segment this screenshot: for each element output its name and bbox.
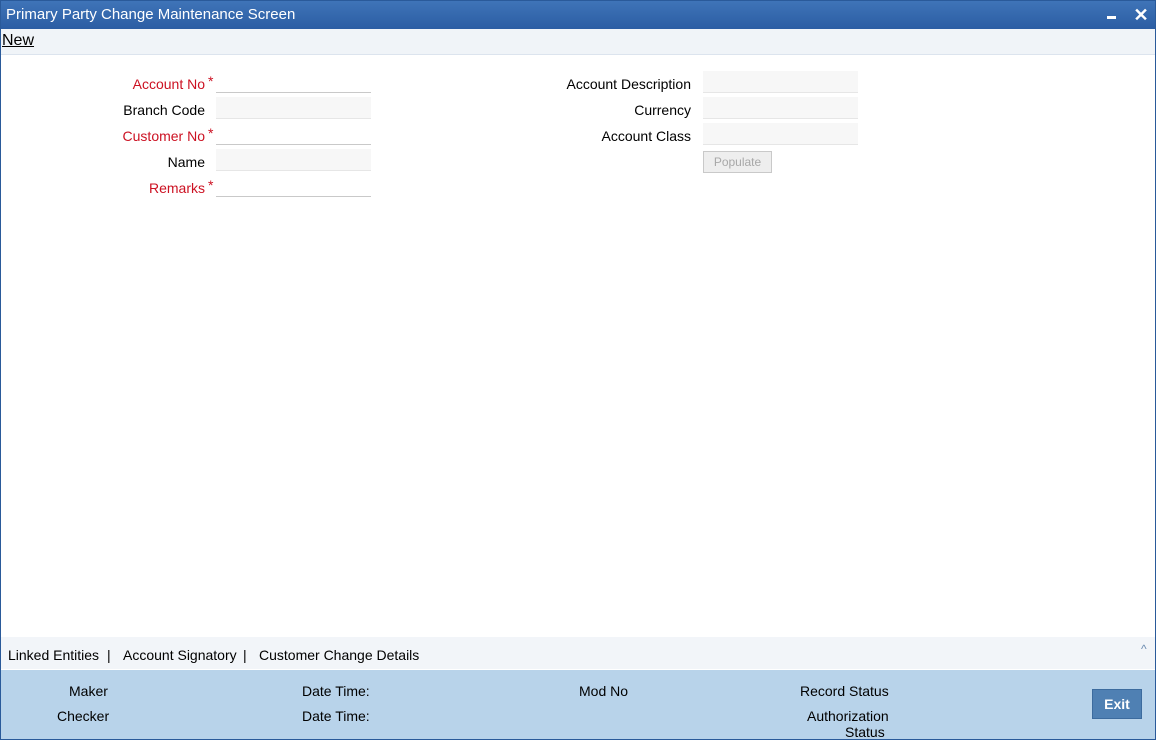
account-class-input[interactable] [703,123,858,145]
tab-separator: | [107,647,111,663]
account-no-input[interactable] [216,71,371,93]
populate-button[interactable]: Populate [703,151,772,173]
name-input[interactable] [216,149,371,171]
exit-button[interactable]: Exit [1092,689,1142,719]
customer-no-label: Customer No [122,128,205,144]
remarks-label: Remarks [148,180,205,196]
currency-label: Currency [634,102,691,118]
customer-no-required-marker: * [208,125,214,141]
title-bar: Primary Party Change Maintenance Screen … [1,1,1155,29]
checker-date-time-label: Date Time: [302,708,370,724]
name-label: Name [167,154,205,170]
remarks-input[interactable] [216,175,371,197]
close-button[interactable]: ✕ [1131,5,1151,25]
maker-label: Maker [69,683,108,699]
account-description-input[interactable] [703,71,858,93]
customer-no-input[interactable] [216,123,371,145]
tab-customer-change-details[interactable]: Customer Change Details [259,647,419,663]
audit-footer: Maker Checker Date Time: Date Time: Mod … [1,670,1155,740]
mod-no-label: Mod No [579,683,629,699]
branch-code-input[interactable] [216,97,371,119]
subscreen-tabs-bar: Linked Entities | Account Signatory | Cu… [1,637,1155,669]
tab-account-signatory[interactable]: Account Signatory [123,647,237,663]
account-class-label: Account Class [601,128,691,144]
maker-date-time-label: Date Time: [302,683,370,699]
window-title: Primary Party Change Maintenance Screen [6,6,296,23]
collapse-caret-icon[interactable]: ^ [1141,642,1147,656]
account-description-label: Account Description [566,76,691,92]
account-no-required-marker: * [208,73,214,89]
authorization-label: Authorization [807,708,889,724]
maintenance-window: Primary Party Change Maintenance Screen … [0,0,1156,740]
record-status-label: Record Status [800,683,889,699]
currency-input[interactable] [703,97,858,119]
remarks-required-marker: * [208,177,214,193]
menu-bar: New [1,29,1155,55]
new-link[interactable]: New [2,32,34,50]
branch-code-label: Branch Code [123,102,205,118]
authorization-status-label: Status [845,724,885,740]
tab-linked-entities[interactable]: Linked Entities [8,647,99,663]
account-no-label: Account No [132,76,205,92]
minimize-button[interactable] [1102,5,1122,25]
tab-separator: | [243,647,247,663]
checker-label: Checker [57,708,110,724]
